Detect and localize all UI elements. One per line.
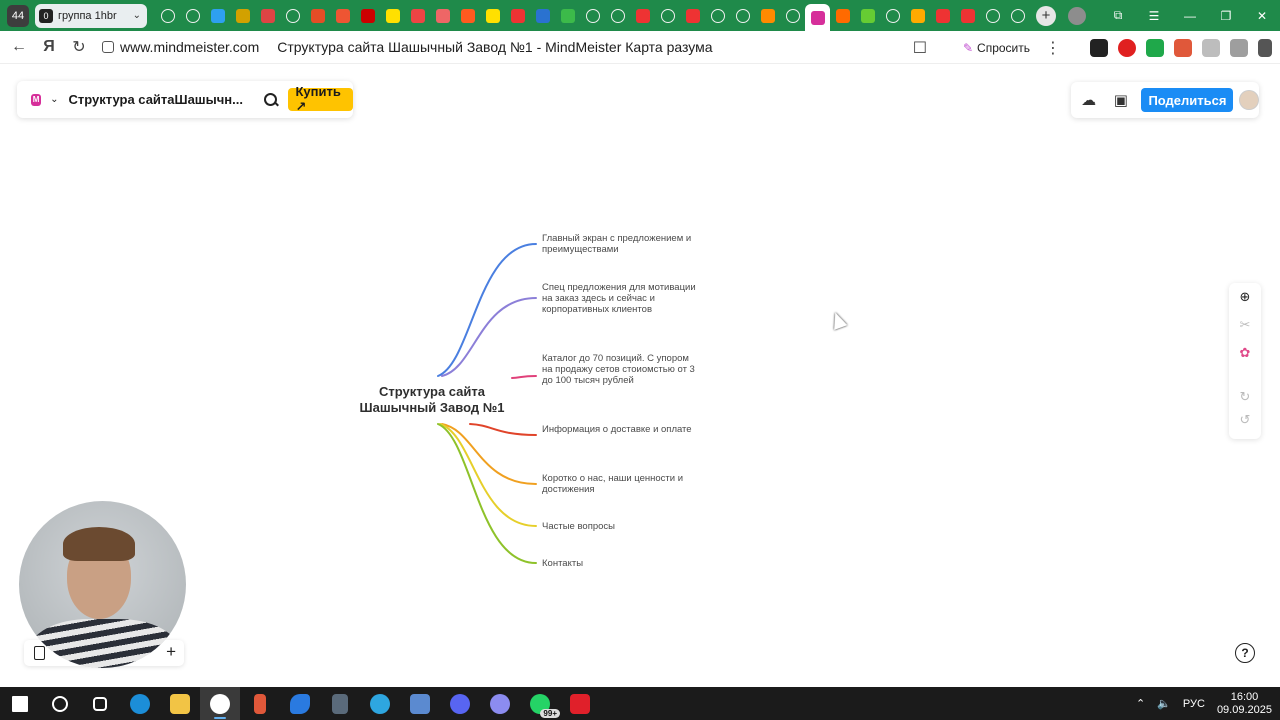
branch-topic[interactable]: Контакты [542, 558, 702, 569]
branch-connector [441, 423, 537, 485]
app-red-icon[interactable] [560, 687, 600, 720]
start-icon[interactable] [0, 687, 40, 720]
webcam-hair [63, 527, 135, 561]
app-icon[interactable] [280, 687, 320, 720]
branch-topic[interactable]: Коротко о нас, наши ценности и достижени… [542, 473, 702, 495]
branch-connector [437, 243, 537, 377]
search-icon[interactable] [40, 687, 80, 720]
figma-icon[interactable] [240, 687, 280, 720]
settings-app-icon[interactable] [480, 687, 520, 720]
edge-icon[interactable] [120, 687, 160, 720]
clock-time: 16:00 [1230, 690, 1259, 703]
vpn-icon[interactable] [400, 687, 440, 720]
whatsapp-icon[interactable]: 99+ [520, 687, 560, 720]
notification-badge: 99+ [540, 709, 560, 718]
telegram-icon[interactable] [360, 687, 400, 720]
clock-date: 09.09.2025 [1216, 703, 1272, 716]
taskbar: 99+ ⌃ 🔈 РУС 16:00 09.09.2025 [0, 687, 1280, 720]
branch-topic[interactable]: Спец предложения для мотивации на заказ … [542, 282, 702, 315]
language-indicator[interactable]: РУС [1183, 698, 1205, 710]
branch-topic[interactable]: Частые вопросы [542, 521, 702, 532]
branch-topic[interactable]: Главный экран с предложением и преимущес… [542, 233, 702, 255]
clock[interactable]: 16:00 09.09.2025 [1217, 691, 1272, 717]
system-tray: ⌃ 🔈 РУС 16:00 09.09.2025 [1136, 687, 1272, 720]
branch-connector [469, 423, 537, 436]
explorer-icon[interactable] [160, 687, 200, 720]
chevron-up-icon[interactable]: ⌃ [1136, 697, 1145, 710]
branch-topic[interactable]: Информация о доставке и оплате [542, 424, 702, 435]
branch-connector [441, 297, 537, 377]
branch-topic[interactable]: Каталог до 70 позиций. С упором на прода… [542, 353, 702, 386]
task-view-icon[interactable] [80, 687, 120, 720]
discord-icon[interactable] [440, 687, 480, 720]
central-topic[interactable]: Структура сайта Шашычный Завод №1 [352, 384, 512, 416]
volume-icon[interactable]: 🔈 [1157, 697, 1171, 710]
calculator-icon[interactable] [320, 687, 360, 720]
webcam-overlay [19, 501, 186, 668]
branch-connector [511, 375, 537, 379]
webcam-body [29, 619, 179, 668]
yandex-browser-icon[interactable] [200, 687, 240, 720]
branch-connector [439, 423, 537, 527]
